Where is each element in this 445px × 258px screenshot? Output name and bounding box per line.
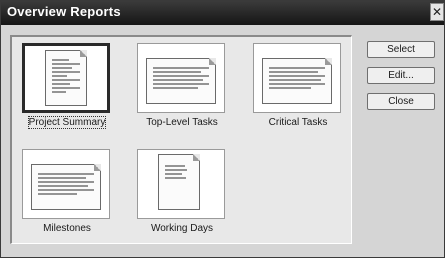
report-thumbnail[interactable] [22, 43, 110, 113]
report-thumbnail[interactable] [137, 149, 225, 219]
report-critical-tasks[interactable]: Critical Tasks [253, 43, 343, 133]
report-working-days[interactable]: Working Days [137, 149, 227, 239]
report-label: Milestones [43, 223, 91, 234]
report-document-icon [31, 164, 101, 210]
close-button[interactable]: Close [367, 93, 435, 110]
reports-panel: Project Summary Top-Level Tasks Critical… [10, 35, 352, 244]
report-document-icon [158, 154, 200, 210]
report-label: Project Summary [27, 116, 107, 129]
report-thumbnail[interactable] [22, 149, 110, 219]
report-thumbnail[interactable] [253, 43, 341, 113]
edit-button[interactable]: Edit... [367, 67, 435, 84]
report-document-icon [262, 58, 332, 104]
report-top-level-tasks[interactable]: Top-Level Tasks [137, 43, 227, 133]
report-milestones[interactable]: Milestones [22, 149, 112, 239]
title-bar[interactable]: Overview Reports ✕ [1, 1, 444, 25]
report-project-summary[interactable]: Project Summary [22, 43, 112, 133]
close-icon[interactable]: ✕ [430, 3, 444, 21]
overview-reports-dialog: Overview Reports ✕ Project Summary Top-L… [0, 0, 445, 258]
dialog-title: Overview Reports [7, 4, 121, 19]
report-label: Top-Level Tasks [146, 117, 218, 128]
select-button[interactable]: Select [367, 41, 435, 58]
report-document-icon [146, 58, 216, 104]
report-thumbnail[interactable] [137, 43, 225, 113]
report-document-icon [45, 50, 87, 106]
report-label: Working Days [150, 223, 214, 234]
report-label: Critical Tasks [268, 117, 328, 128]
